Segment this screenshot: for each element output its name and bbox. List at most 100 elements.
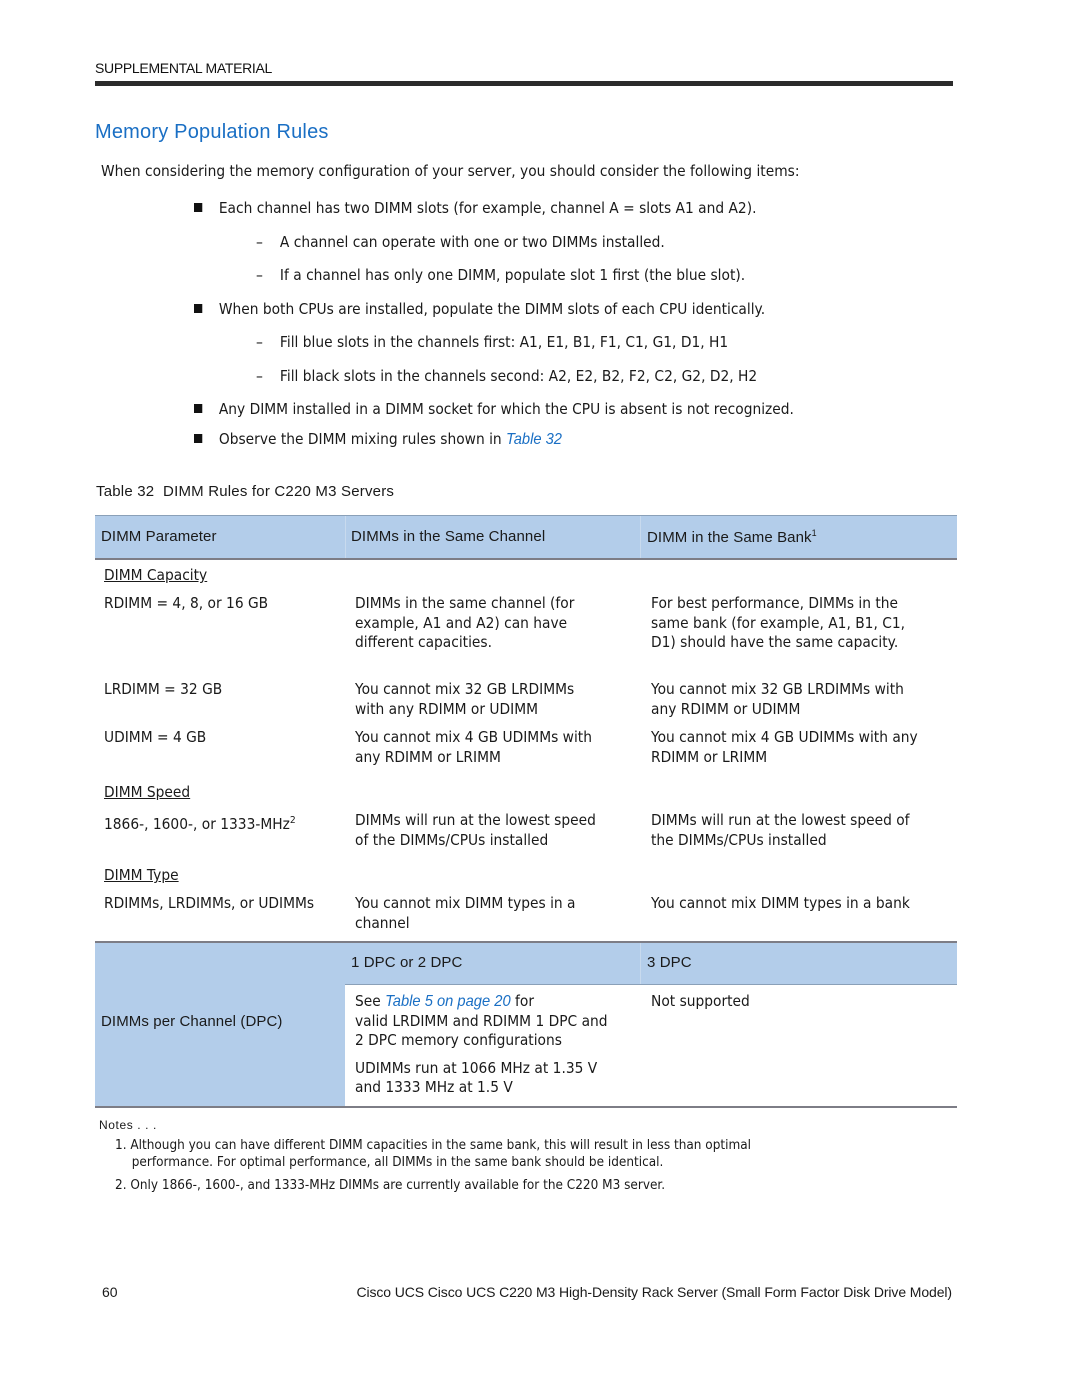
cell-line: You cannot mix DIMM types in a bank bbox=[651, 894, 910, 912]
cell-line: You cannot mix DIMM types in a bbox=[355, 894, 576, 912]
dpc-subheader-row: 1 DPC or 2 DPC 3 DPC bbox=[345, 943, 957, 985]
bank-cell: For best performance, DIMMs in the same … bbox=[651, 594, 905, 653]
bullet-square-icon bbox=[194, 203, 203, 212]
cell-line: different capacities. bbox=[355, 633, 492, 651]
cell-line: the DIMMs/CPUs installed bbox=[651, 830, 827, 849]
dash-icon: – bbox=[256, 333, 263, 351]
header-same-bank: DIMM in the Same Bank1 bbox=[647, 528, 817, 546]
bank-cell: DIMMs will run at the lowest speed of th… bbox=[651, 811, 910, 850]
cell-line: of the DIMMs/CPUs installed bbox=[355, 830, 549, 849]
group-label-type: DIMM Type bbox=[104, 866, 179, 884]
dash-icon: – bbox=[256, 367, 263, 385]
param-cell: RDIMM = 4, 8, or 16 GB bbox=[104, 594, 269, 612]
bullet-text: Any DIMM installed in a DIMM socket for … bbox=[218, 400, 794, 418]
cell-line: You cannot mix 4 GB UDIMMs with bbox=[355, 728, 592, 746]
running-head: SUPPLEMENTAL MATERIAL bbox=[95, 60, 273, 76]
dpc-label: DIMMs per Channel (DPC) bbox=[101, 1013, 283, 1030]
cell-line: same bank (for example, A1, B1, C1, bbox=[651, 613, 906, 632]
footer-doc-title: Cisco UCS Cisco UCS C220 M3 High-Density… bbox=[356, 1284, 952, 1300]
param-cell: LRDIMM = 32 GB bbox=[104, 680, 223, 698]
cell-line: with any RDIMM or UDIMM bbox=[355, 699, 539, 718]
table-header-row: DIMM Parameter DIMMs in the Same Channel… bbox=[95, 515, 957, 560]
cell-line: and 1333 MHz at 1.5 V bbox=[355, 1078, 513, 1096]
footnote-ref: 2 bbox=[289, 815, 296, 826]
bullet-item: When both CPUs are installed, populate t… bbox=[194, 300, 765, 318]
dpc-3-cell: Not supported bbox=[651, 992, 750, 1010]
page-number: 60 bbox=[102, 1284, 118, 1300]
cell-line: DIMMs will run at the lowest speed bbox=[355, 811, 596, 829]
subheader-1-2-dpc: 1 DPC or 2 DPC bbox=[351, 954, 463, 971]
dpc-section: DIMMs per Channel (DPC) 1 DPC or 2 DPC 3… bbox=[95, 941, 957, 1108]
column-divider bbox=[640, 516, 641, 558]
cell-line: any RDIMM or LRIMM bbox=[355, 747, 501, 766]
cell-line: example, A1 and A2) can have bbox=[355, 613, 568, 632]
subheader-3-dpc: 3 DPC bbox=[647, 954, 692, 971]
cell-line: RDIMM or LRIMM bbox=[651, 747, 768, 766]
group-label-capacity: DIMM Capacity bbox=[104, 566, 208, 584]
section-title: Memory Population Rules bbox=[95, 121, 329, 143]
dash-icon: – bbox=[256, 266, 263, 284]
see-text: See bbox=[355, 992, 386, 1010]
sub-item-text: If a channel has only one DIMM, populate… bbox=[279, 266, 746, 284]
dpc-config-cell: See Table 5 on page 20 for valid LRDIMM … bbox=[355, 992, 608, 1098]
note-line: 1. Although you can have different DIMM … bbox=[115, 1138, 752, 1153]
note-item: 2. Only 1866-, 1600-, and 1333-MHz DIMMs… bbox=[115, 1178, 665, 1193]
cell-line: any RDIMM or UDIMM bbox=[651, 699, 801, 718]
cell-line: For best performance, DIMMs in the bbox=[651, 594, 899, 612]
bank-cell: You cannot mix 32 GB LRDIMMs with any RD… bbox=[651, 680, 904, 719]
cell-line: You cannot mix 32 GB LRDIMMs bbox=[355, 680, 575, 698]
bullet-text: When both CPUs are installed, populate t… bbox=[218, 300, 766, 318]
cell-line: D1) should have the same capacity. bbox=[651, 633, 899, 651]
channel-cell: DIMMs in the same channel (for example, … bbox=[355, 594, 574, 653]
bullet-square-icon bbox=[194, 304, 203, 313]
column-divider bbox=[345, 516, 346, 558]
cell-line: DIMMs will run at the lowest speed of bbox=[651, 811, 910, 829]
channel-cell: You cannot mix DIMM types in a channel bbox=[355, 894, 576, 933]
sub-item-text: Fill black slots in the channels second:… bbox=[279, 367, 758, 385]
footnote-ref: 1 bbox=[811, 528, 817, 538]
cell-line: You cannot mix 4 GB UDIMMs with any bbox=[651, 728, 918, 746]
bullet-item: Any DIMM installed in a DIMM socket for … bbox=[194, 400, 794, 418]
bullet-item: Observe the DIMM mixing rules shown in T… bbox=[194, 430, 562, 449]
note-line: performance. For optimal performance, al… bbox=[131, 1155, 664, 1170]
note-line: 2. Only 1866-, 1600-, and 1333-MHz DIMMs… bbox=[115, 1178, 666, 1193]
cell-line: See Table 5 on page 20 for bbox=[355, 992, 608, 1012]
cell-line: DIMMs in the same channel (for bbox=[355, 594, 575, 612]
column-divider bbox=[640, 943, 641, 984]
param-cell: 1866-, 1600-, or 1333-MHz2 bbox=[104, 811, 296, 835]
channel-cell: You cannot mix 32 GB LRDIMMs with any RD… bbox=[355, 680, 574, 719]
cell-line: 2 DPC memory configurations bbox=[355, 1031, 562, 1049]
sub-item: – A channel can operate with one or two D… bbox=[256, 233, 665, 251]
sub-item: – If a channel has only one DIMM, populat… bbox=[256, 266, 745, 284]
for-text: for bbox=[510, 992, 535, 1010]
bullet-square-icon bbox=[194, 434, 203, 443]
param-cell: UDIMM = 4 GB bbox=[104, 728, 207, 746]
cell-line: valid LRDIMM and RDIMM 1 DPC and bbox=[355, 1011, 608, 1030]
intro-paragraph: When considering the memory configuratio… bbox=[101, 162, 800, 180]
table-32-link[interactable]: Table 32 bbox=[506, 431, 562, 448]
sub-item-text: A channel can operate with one or two DI… bbox=[279, 233, 665, 251]
bank-cell: You cannot mix 4 GB UDIMMs with any RDIM… bbox=[651, 728, 918, 767]
header-rule bbox=[95, 81, 953, 86]
bank-cell: You cannot mix DIMM types in a bank bbox=[651, 894, 910, 914]
group-label-speed: DIMM Speed bbox=[104, 783, 191, 801]
sub-item: – Fill black slots in the channels second… bbox=[256, 367, 757, 385]
dpc-label-cell: DIMMs per Channel (DPC) bbox=[95, 943, 345, 1106]
header-dimm-parameter: DIMM Parameter bbox=[101, 528, 217, 545]
table-caption: Table 32 DIMM Rules for C220 M3 Servers bbox=[96, 483, 395, 500]
param-cell: RDIMMs, LRDIMMs, or UDIMMs bbox=[104, 894, 315, 912]
param-text: 1866-, 1600-, or 1333-MHz bbox=[104, 815, 290, 833]
channel-cell: DIMMs will run at the lowest speed of th… bbox=[355, 811, 596, 850]
cell-line: channel bbox=[355, 913, 410, 932]
cell-line: You cannot mix 32 GB LRDIMMs with bbox=[651, 680, 904, 698]
channel-cell: You cannot mix 4 GB UDIMMs with any RDIM… bbox=[355, 728, 592, 767]
bullet-text: Each channel has two DIMM slots (for exa… bbox=[218, 199, 757, 217]
notes-label: Notes . . . bbox=[99, 1118, 157, 1132]
sub-item: – Fill blue slots in the channels first: … bbox=[256, 333, 728, 351]
cell-line: UDIMMs run at 1066 MHz at 1.35 V bbox=[355, 1058, 598, 1077]
header-same-bank-text: DIMM in the Same Bank bbox=[647, 529, 812, 546]
dash-icon: – bbox=[256, 233, 263, 251]
sub-item-text: Fill blue slots in the channels first: A… bbox=[279, 333, 729, 351]
table-5-link[interactable]: Table 5 on page 20 bbox=[385, 993, 511, 1010]
note-item: 1. Although you can have different DIMM … bbox=[115, 1138, 751, 1170]
